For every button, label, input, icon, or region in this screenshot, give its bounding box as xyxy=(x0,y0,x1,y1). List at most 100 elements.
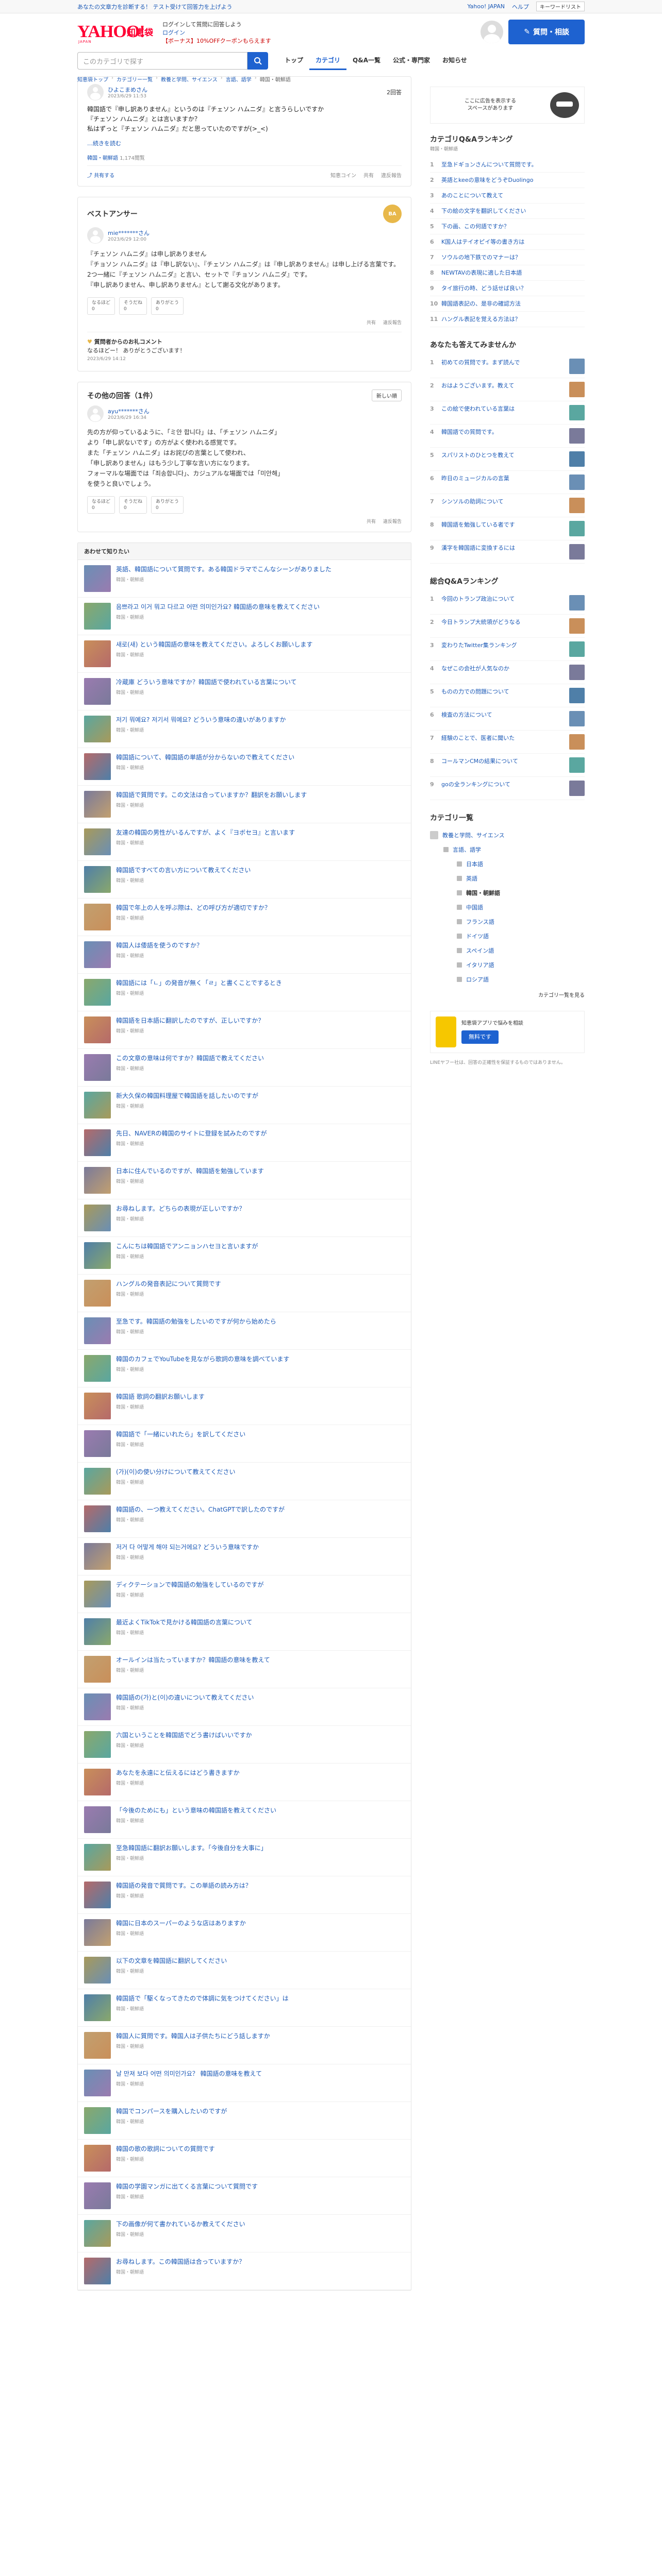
ranking-item-title[interactable]: 下の絵の文字を翻訳してください xyxy=(441,207,585,215)
related-item-title[interactable]: 韓国語の発音で質問です。この単語の読み方は？ xyxy=(116,1882,405,1890)
category-item[interactable]: 日本語 xyxy=(466,860,483,868)
related-item[interactable]: 저기 뭐예요? 저기서 뭐예요? どういう意味の違いがありますか 韓国・朝鮮語 xyxy=(78,710,411,748)
ranking-item-title[interactable]: シンソルの助詞について xyxy=(441,498,565,513)
related-item[interactable]: 韓国語ですべての言い方について教えてください 韓国・朝鮮語 xyxy=(78,861,411,899)
related-item-title[interactable]: 새로(새) という韓国語の意味を教えてください。よろしくお願いします xyxy=(116,640,405,649)
related-item[interactable]: あなたを永遠にと伝えるにはどう書きますか 韓国・朝鮮語 xyxy=(78,1764,411,1801)
share-link[interactable]: 共有 xyxy=(363,171,374,179)
category-item[interactable]: 言語、語学 xyxy=(453,845,481,854)
coin-button[interactable]: 知恵コイン xyxy=(330,171,356,179)
ranking-item-title[interactable]: 初めての質問です。まず読んで xyxy=(441,359,565,374)
report-link[interactable]: 違反報告 xyxy=(381,171,402,179)
related-item[interactable]: お尋ねします。どちらの表現が正しいですか？ 韓国・朝鮮語 xyxy=(78,1199,411,1237)
related-item[interactable]: 至急韓国語に翻訳お願いします。「今後自分を大事に」 韓国・朝鮮語 xyxy=(78,1839,411,1876)
related-item[interactable]: 韓国の学園マンガに出てくる言葉について質問です 韓国・朝鮮語 xyxy=(78,2177,411,2215)
ranking-item[interactable]: 8 コールマンCMの結果について xyxy=(430,754,585,777)
related-item-title[interactable]: 韓国語で「一緒にいれたら」を訳してください xyxy=(116,1430,405,1439)
ranking-item[interactable]: 6 昨日のミュージカルの言葉 xyxy=(430,471,585,494)
related-item[interactable]: 새로(새) という韓国語の意味を教えてください。よろしくお願いします 韓国・朝鮮語 xyxy=(78,635,411,673)
answer-user[interactable]: mie*******さん xyxy=(108,229,150,237)
ranking-item-title[interactable]: 韓国語での質問です。 xyxy=(441,428,565,444)
ranking-item[interactable]: 1 至急ドギョンさんについて質問です。 xyxy=(430,157,585,173)
related-item[interactable]: 最近よくTikTokで見かける韓国語の言葉について 韓国・朝鮮語 xyxy=(78,1613,411,1651)
ranking-item-title[interactable]: コールマンCMの結果について xyxy=(441,757,565,773)
ranking-item[interactable]: 4 なぜこの会社が人気なのか xyxy=(430,661,585,684)
topbar-notice[interactable]: あなたの文章力を診断する！ テスト受けて回答力を上げよう xyxy=(77,3,233,11)
related-item[interactable]: 韓国語について、韓国語の単語が分からないので教えてください 韓国・朝鮮語 xyxy=(78,748,411,786)
category-item[interactable]: スペイン語 xyxy=(466,946,494,955)
ranking-item-title[interactable]: 今回のトランプ政治について xyxy=(441,595,565,611)
ranking-item[interactable]: 1 初めての質問です。まず読んで xyxy=(430,355,585,378)
category-item[interactable]: 中国語 xyxy=(466,903,483,911)
nav-category[interactable]: カテゴリ xyxy=(309,52,347,70)
avatar[interactable] xyxy=(87,227,104,244)
ranking-item-title[interactable]: ハングル表記を覚える方法は？ xyxy=(441,315,585,323)
related-item[interactable]: 韓国で年上の人を呼ぶ際は、どの呼び方が適切ですか？ 韓国・朝鮮語 xyxy=(78,899,411,936)
related-item-title[interactable]: 韓国語の(가)と(이)の違いについて教えてください xyxy=(116,1693,405,1702)
related-item-title[interactable]: 韓国語で質問です。この文法は合っていますか？翻訳をお願いします xyxy=(116,791,405,800)
breadcrumb-item[interactable]: カテゴリー一覧 xyxy=(117,75,153,83)
related-item-title[interactable]: ハングルの発音表記について質問です xyxy=(116,1280,405,1289)
related-item[interactable]: 저거 다 어떻게 해야 되는거에요? どういう意味ですか 韓国・朝鮮語 xyxy=(78,1538,411,1575)
ranking-item[interactable]: 9 漢字を韓国語に変換するには xyxy=(430,540,585,564)
ranking-item-title[interactable]: おはようございます。教えて xyxy=(441,382,565,397)
reaction-naruhodo-button[interactable]: なるほど 0 xyxy=(87,297,115,315)
related-item-title[interactable]: 날 만져 보다 어떤 의미인가요？ 韓国語の意味を教えて xyxy=(116,2070,405,2078)
related-item[interactable]: 음쁘라고 이거 뭐고 다르고 어떤 의미인가요? 韓国語の意味を教えてください韓… xyxy=(78,598,411,635)
ranking-item[interactable]: 9 タイ旅行の時、どう話せば良い？ xyxy=(430,281,585,296)
sort-select[interactable]: 新しい順 xyxy=(372,389,402,401)
related-item[interactable]: 英語、韓国語について質問です。ある韓国ドラマでこんなシーンがありました 韓国・朝鮮… xyxy=(78,560,411,598)
related-item-title[interactable]: 韓国で年上の人を呼ぶ際は、どの呼び方が適切ですか？ xyxy=(116,904,405,912)
related-item-title[interactable]: 韓国の歌の歌詞についての質問です xyxy=(116,2145,405,2154)
ranking-item[interactable]: 3 この絵で使われている言葉は xyxy=(430,401,585,425)
ranking-item-title[interactable]: K国人はテイオピイ等の書き方は xyxy=(441,238,585,246)
related-item[interactable]: ハングルの発音表記について質問です 韓国・朝鮮語 xyxy=(78,1275,411,1312)
category-item[interactable]: フランス語 xyxy=(466,918,494,926)
ranking-item[interactable]: 5 スパリストのひとつを教えて xyxy=(430,448,585,471)
related-item[interactable]: 韓国人に質問です。韓国人は子供たちにどう話しますか 韓国・朝鮮語 xyxy=(78,2027,411,2064)
related-item[interactable]: 韓国人は倭語を使うのですか？ 韓国・朝鮮語 xyxy=(78,936,411,974)
reaction-soudane-button[interactable]: そうだね 0 xyxy=(119,297,147,315)
related-item[interactable]: オールインは当たっていますか？韓国語の意味を教えて 韓国・朝鮮語 xyxy=(78,1651,411,1688)
breadcrumb-item[interactable]: 知恵袋トップ xyxy=(77,75,108,83)
related-item-title[interactable]: 最近よくTikTokで見かける韓国語の言葉について xyxy=(116,1618,405,1627)
related-item-title[interactable]: 韓国語について、韓国語の単語が分からないので教えてください xyxy=(116,753,405,762)
related-item-title[interactable]: (가)(이)の使い分けについて教えてください xyxy=(116,1468,405,1477)
related-item-title[interactable]: 韓国人に質問です。韓国人は子供たちにどう話しますか xyxy=(116,2032,405,2041)
related-item[interactable]: 韓国語 歌詞の翻訳お願いします 韓国・朝鮮語 xyxy=(78,1387,411,1425)
keyword-select[interactable]: キーワードリスト xyxy=(536,2,585,11)
ranking-item[interactable]: 7 ソウルの地下鉄でのマナーは？ xyxy=(430,250,585,265)
related-item[interactable]: 韓国語には「ㄴ」の発音が無く「ㄹ」と書くことでするとき 韓国・朝鮮語 xyxy=(78,974,411,1011)
ad-banner[interactable]: ここに広告を表示する スペースがあります xyxy=(430,87,585,124)
ranking-item[interactable]: 6 K国人はテイオピイ等の書き方は xyxy=(430,234,585,250)
ranking-item[interactable]: 2 おはようございます。教えて xyxy=(430,378,585,401)
share-button[interactable]: ⤴ 共有する xyxy=(87,171,114,179)
related-item-title[interactable]: 韓国でコンパースを購入したいのですが xyxy=(116,2107,405,2116)
ranking-item-title[interactable]: 韓国語を勉強している者です xyxy=(441,521,565,536)
share-link[interactable]: 共有 xyxy=(367,319,376,326)
related-item-title[interactable]: 英語、韓国語について質問です。ある韓国ドラマでこんなシーンがありました xyxy=(116,565,405,574)
category-item[interactable]: ドイツ語 xyxy=(466,932,489,940)
ranking-item[interactable]: 2 今日トランプ大統領がどうなる xyxy=(430,615,585,638)
answer-user[interactable]: ayu*******さん xyxy=(108,407,150,415)
related-item[interactable]: 下の画像が何て書かれているか教えてください 韓国・朝鮮語 xyxy=(78,2215,411,2252)
ranking-item-title[interactable]: NEWTAVの表現に適した日本語 xyxy=(441,269,585,277)
ranking-item-title[interactable]: タイ旅行の時、どう話せば良い？ xyxy=(441,284,585,292)
avatar[interactable] xyxy=(87,84,104,100)
ranking-item-title[interactable]: 昨日のミュージカルの言葉 xyxy=(441,474,565,490)
nav-news[interactable]: お知らせ xyxy=(436,52,473,70)
avatar[interactable] xyxy=(87,405,104,422)
related-item[interactable]: 韓国語の、一つ教えてください。ChatGPTで訳したのですが 韓国・朝鮮語 xyxy=(78,1500,411,1538)
related-item[interactable]: 韓国のカフェでYouTubeを見ながら歌詞の意味を調べています 韓国・朝鮮語 xyxy=(78,1350,411,1387)
ranking-item-title[interactable]: 変わりたTwitter集ランキング xyxy=(441,641,565,657)
related-item-title[interactable]: 下の画像が何て書かれているか教えてください xyxy=(116,2220,405,2229)
related-item-title[interactable]: 「今後のためにも」という意味の韓国語を教えてください xyxy=(116,1806,405,1815)
category-item[interactable]: イタリア語 xyxy=(466,961,494,969)
related-item-title[interactable]: 至急韓国語に翻訳お願いします。「今後自分を大事に」 xyxy=(116,1844,405,1853)
ranking-item-title[interactable]: 至急ドギョンさんについて質問です。 xyxy=(441,161,585,168)
ranking-item[interactable]: 7 経験のことで、医者に聞いた xyxy=(430,731,585,754)
ranking-item[interactable]: 11 ハングル表記を覚える方法は？ xyxy=(430,312,585,327)
related-item-title[interactable]: 韓国語の、一つ教えてください。ChatGPTで訳したのですが xyxy=(116,1505,405,1514)
related-item[interactable]: 韓国でコンパースを購入したいのですが 韓国・朝鮮語 xyxy=(78,2102,411,2140)
related-item[interactable]: 韓国の歌の歌詞についての質問です 韓国・朝鮮語 xyxy=(78,2140,411,2177)
